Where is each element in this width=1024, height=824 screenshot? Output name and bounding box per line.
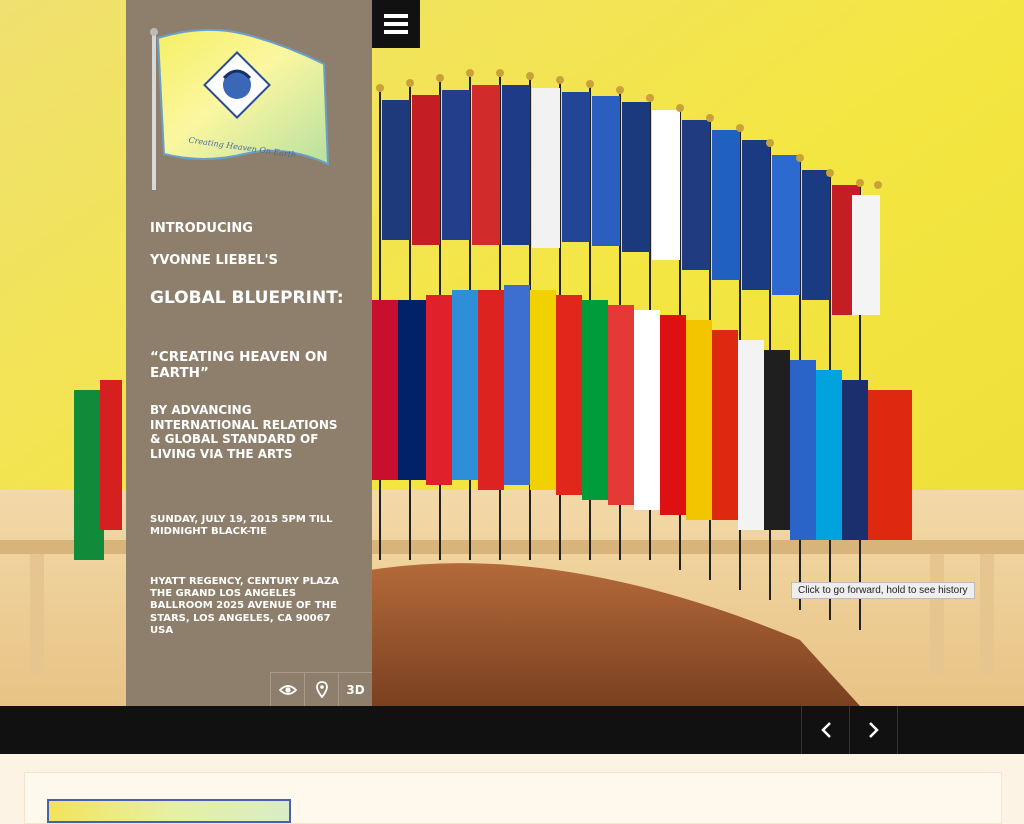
content-card (24, 772, 1002, 824)
slideshow-nav-bar (0, 706, 1024, 754)
event-description: BY ADVANCING INTERNATIONAL RELATIONS & G… (150, 403, 338, 461)
event-date: SUNDAY, JULY 19, 2015 5PM TILL MIDNIGHT … (150, 514, 333, 538)
flag-thumbnail-image (47, 799, 291, 823)
event-flag-logo: Creating Heaven On Earth (150, 28, 330, 190)
eye-icon (278, 684, 297, 695)
chevron-left-icon (820, 722, 831, 738)
chevron-right-icon (868, 722, 879, 738)
location-button[interactable] (304, 672, 338, 706)
host-name: YVONNE LIEBEL'S (150, 253, 278, 268)
intro-text: INTRODUCING (150, 221, 253, 236)
hamburger-menu-button[interactable] (372, 0, 420, 48)
event-info-panel: Creating Heaven On Earth INTRODUCING YVO… (126, 0, 372, 706)
3d-view-button[interactable]: 3D (338, 672, 372, 706)
view-button[interactable] (270, 672, 304, 706)
hamburger-icon (384, 14, 408, 34)
3d-label: 3D (346, 682, 365, 697)
event-venue: HYATT REGENCY, CENTURY PLAZA THE GRAND L… (150, 576, 339, 636)
previous-slide-button[interactable] (801, 706, 850, 754)
next-slide-button[interactable] (849, 706, 898, 754)
event-title: GLOBAL BLUEPRINT: (150, 288, 344, 308)
panel-icon-bar: 3D (270, 672, 372, 706)
browser-tooltip: Click to go forward, hold to see history (791, 582, 975, 599)
map-pin-icon (315, 681, 328, 698)
event-subtitle: “CREATING HEAVEN ON EARTH” (150, 349, 328, 382)
